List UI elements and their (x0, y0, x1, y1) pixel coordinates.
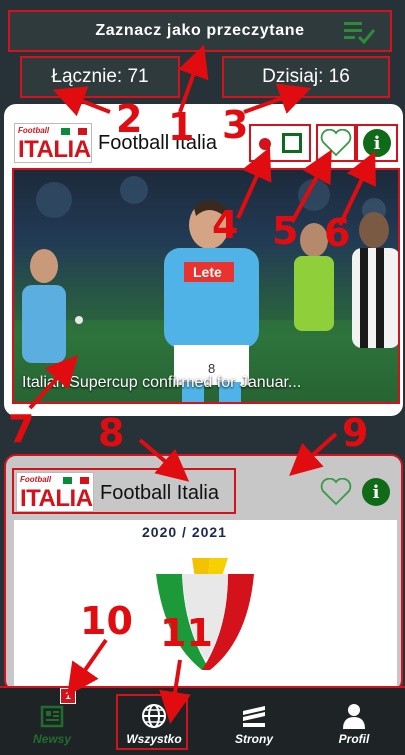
annotation-11: 11 (160, 611, 213, 655)
mark-read-checkbox[interactable] (282, 133, 302, 153)
article-image[interactable]: Lete 8 Italian Supercup confirmed for Ja… (12, 168, 400, 404)
news-card[interactable]: Football ITALIA Football Italia i 2020 /… (4, 454, 403, 692)
source-logo: Football ITALIA (16, 472, 94, 512)
nav-wszystko[interactable]: Wszystko (114, 692, 194, 750)
annotation-10: 10 (80, 599, 133, 643)
source-logo: Football ITALIA (14, 123, 92, 163)
today-count: Dzisiaj: 16 (222, 56, 390, 98)
source-name[interactable]: Football Italia (100, 482, 219, 505)
svg-text:Lete: Lete (193, 264, 222, 280)
checklist-icon (344, 22, 376, 45)
italy-flag-icon (61, 128, 88, 135)
globe-icon (142, 704, 166, 728)
logo-big-text: ITALIA (20, 485, 93, 512)
user-icon (343, 704, 365, 729)
newspaper-icon (40, 705, 64, 728)
annotation-5: 5 (272, 209, 299, 253)
annotation-2: 2 (116, 97, 143, 141)
heart-icon[interactable] (320, 478, 352, 506)
article-image[interactable]: 2020 / 2021 (14, 520, 397, 688)
nav-strony-label: Strony (234, 732, 273, 746)
nav-newsy[interactable]: Newsy (12, 692, 92, 750)
info-icon[interactable]: i (363, 129, 391, 157)
annotation-6: 6 (324, 211, 351, 255)
logo-big-text: ITALIA (18, 136, 91, 163)
info-icon[interactable]: i (362, 478, 390, 506)
supercoppa-trophy-image (156, 558, 254, 670)
heart-icon[interactable] (320, 129, 352, 157)
news-card[interactable]: Football ITALIA Football Italia i Lete 8… (4, 104, 403, 416)
annotation-3: 3 (222, 103, 249, 147)
football-players-image: Lete 8 (14, 176, 398, 402)
mark-all-read-button[interactable]: Zaznacz jako przeczytane (8, 10, 392, 52)
stack-icon (243, 706, 265, 727)
nav-strony[interactable]: Strony (214, 692, 294, 750)
italy-flag-icon (63, 477, 90, 484)
annotation-9: 9 (342, 411, 369, 455)
nav-newsy-label: Newsy (32, 732, 72, 746)
unread-dot-icon (259, 138, 271, 150)
annotation-8: 8 (98, 411, 125, 455)
nav-wszystko-label: Wszystko (126, 732, 182, 746)
nav-profil-label: Profil (338, 732, 370, 746)
article-title[interactable]: Italian Supercup confirmed for Januar... (22, 374, 301, 392)
total-count-label: Łącznie: 71 (51, 66, 149, 87)
nav-profil[interactable]: Profil (314, 692, 394, 750)
today-count-label: Dzisiaj: 16 (262, 66, 350, 87)
annotation-7: 7 (8, 407, 35, 451)
annotation-1: 1 (168, 105, 195, 149)
total-count: Łącznie: 71 (20, 56, 180, 98)
logo-small-text: Football (18, 126, 50, 135)
logo-small-text: Football (20, 475, 52, 484)
unread-badge: 1 (60, 688, 76, 704)
mark-all-read-label: Zaznacz jako przeczytane (95, 22, 305, 39)
annotation-4: 4 (212, 203, 239, 247)
